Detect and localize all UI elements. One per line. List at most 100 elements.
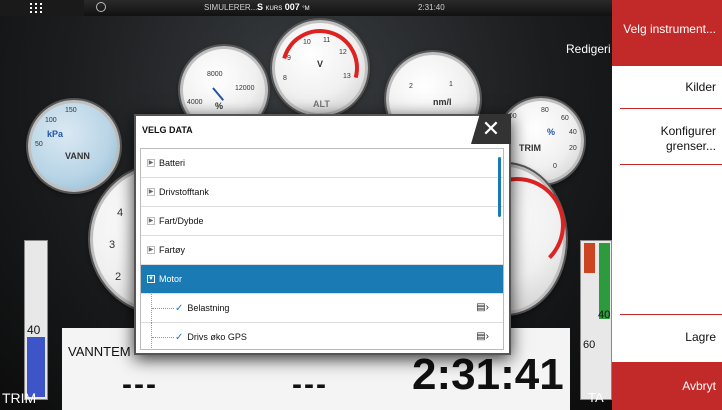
list-item-label: Motor <box>159 274 183 284</box>
source-menu-item[interactable]: Kilder <box>685 80 716 95</box>
gauge-unit: V <box>317 59 324 69</box>
gauge-label: VANN <box>65 151 90 161</box>
gauge-needle <box>212 87 225 101</box>
save-button[interactable]: Lagre <box>685 330 716 345</box>
expand-icon: ▶ <box>147 246 155 254</box>
gauge-tick: 4000 <box>187 99 203 106</box>
gauge-unit: % <box>215 101 224 111</box>
trim-green-zone <box>599 243 610 319</box>
list-item-belastning[interactable]: ✓ Belastning ▤› <box>141 294 503 323</box>
heading-value: 007 <box>284 2 300 12</box>
list-item-drivstofftank[interactable]: ▶ Drivstofftank <box>141 178 503 207</box>
dialog-title: VELG DATA <box>142 125 193 135</box>
water-temp-header: VANNTEM <box>68 344 131 359</box>
gauge-tick: 12000 <box>235 85 255 92</box>
water-pressure-gauge[interactable]: 100 150 50 kPa VANN <box>28 100 120 192</box>
gauge-tick: 40 <box>569 129 577 136</box>
list-item-label: Fartøy <box>159 245 185 255</box>
list-item-fart-dybde[interactable]: ▶ Fart/Dybde <box>141 207 503 236</box>
heading-unit: °M <box>302 6 310 12</box>
trim-red-zone <box>584 243 595 273</box>
select-instrument-button[interactable]: Velg instrument... <box>612 0 722 66</box>
gauge-unit: kPa <box>47 129 64 139</box>
gauge-tick: 60 <box>561 115 569 122</box>
simulation-status: SIMULERER... <box>204 3 258 12</box>
gauge-tick: 0 <box>553 163 557 170</box>
close-icon[interactable]: ✕ <box>471 114 511 144</box>
tree-connector <box>151 323 174 349</box>
trim-bar-left[interactable]: 40 <box>24 240 48 400</box>
trim-bar-right[interactable]: 40 60 <box>580 240 612 400</box>
data-list: ▶ Batteri ▶ Drivstofftank ▶ Fart/Dybde ▶… <box>140 148 504 350</box>
gauge-tick: 10 <box>303 39 311 46</box>
gauge-label: ALT <box>313 99 330 109</box>
gauge-tick: 9 <box>287 55 291 62</box>
cancel-button[interactable]: Avbryt <box>612 362 722 410</box>
gauge-tick: 80 <box>541 107 549 114</box>
gauge-tick: 8000 <box>207 71 223 78</box>
screen: SIMULERER... S KURS 007 °M 2:31:40 Redig… <box>0 0 722 410</box>
heading-readout: S KURS 007 °M <box>257 2 310 12</box>
gauge-label: TRIM <box>519 143 541 153</box>
checkmark-icon[interactable]: ✓ <box>175 303 183 314</box>
heading-prefix: S <box>257 2 264 12</box>
trim-fill <box>27 337 45 397</box>
gauge-tick: 11 <box>323 37 331 44</box>
options-icon[interactable]: ▤› <box>476 302 489 313</box>
list-item-label: Drivstofftank <box>159 187 209 197</box>
list-item-label: Belastning <box>187 303 230 313</box>
trim-value: 40 <box>598 309 611 321</box>
gauge-tick: 4 <box>117 207 124 219</box>
gauge-tick: 2 <box>115 271 122 283</box>
status-bar: SIMULERER... S KURS 007 °M 2:31:40 <box>0 0 612 16</box>
gauge-tick: 50 <box>35 141 43 148</box>
configure-limits-menu-item[interactable]: Konfigurer grenser... <box>616 124 716 154</box>
expand-icon: ▶ <box>147 217 155 225</box>
gauge-tick: 1 <box>449 81 453 88</box>
scrollbar[interactable] <box>498 157 501 217</box>
home-button[interactable] <box>0 0 84 16</box>
trim-label-left: TRIM <box>2 390 37 406</box>
data-value: --- <box>122 368 158 401</box>
trim-label-right: TA <box>588 390 604 405</box>
side-menu: Velg instrument... Kilder Konfigurer gre… <box>612 0 722 410</box>
expand-icon: ▶ <box>147 159 155 167</box>
gauge-unit: nm/l <box>433 97 452 107</box>
expand-icon: ▶ <box>147 188 155 196</box>
trim-value: 60 <box>583 339 596 351</box>
checkmark-icon[interactable]: ✓ <box>175 332 183 343</box>
gauge-unit: % <box>547 127 556 137</box>
data-value: --- <box>292 368 328 401</box>
collapse-icon: ▼ <box>147 275 155 283</box>
grid-icon <box>30 3 42 13</box>
status-time: 2:31:40 <box>418 3 445 12</box>
select-data-dialog: VELG DATA ✕ ▶ Batteri ▶ Drivstofftank ▶ … <box>134 114 511 355</box>
list-item-label: Fart/Dybde <box>159 216 204 226</box>
heading-label: KURS <box>265 6 283 12</box>
gauge-tick: 3 <box>109 239 116 251</box>
list-item-fartoy[interactable]: ▶ Fartøy <box>141 236 503 265</box>
list-item-label: Batteri <box>159 158 186 168</box>
edit-label: Redigeri <box>566 42 611 56</box>
gauge-tick: 20 <box>569 145 577 152</box>
trim-value: 40 <box>27 323 41 337</box>
globe-icon <box>96 2 106 12</box>
gauge-tick: 12 <box>339 49 347 56</box>
options-icon[interactable]: ▤› <box>476 331 489 342</box>
gauge-tick: 8 <box>283 75 287 82</box>
menu-divider <box>620 164 722 165</box>
list-item-motor[interactable]: ▼ Motor <box>141 265 503 294</box>
gauge-tick: 150 <box>65 107 77 114</box>
dialog-header: VELG DATA ✕ <box>136 114 511 144</box>
list-item-batteri[interactable]: ▶ Batteri <box>141 149 503 178</box>
gauge-tick: 100 <box>45 117 57 124</box>
list-item-drivs-oko-gps[interactable]: ✓ Drivs øko GPS ▤› <box>141 323 503 349</box>
gauge-tick: 13 <box>343 73 351 80</box>
list-item-label: Drivs øko GPS <box>187 332 247 342</box>
menu-divider <box>620 108 722 109</box>
gauge-tick: 2 <box>409 83 413 90</box>
menu-divider <box>620 314 722 315</box>
voltage-gauge[interactable]: 9 10 11 12 13 8 V ALT <box>266 14 374 122</box>
tree-connector <box>151 294 174 323</box>
clock-value: 2:31:41 <box>412 350 564 399</box>
